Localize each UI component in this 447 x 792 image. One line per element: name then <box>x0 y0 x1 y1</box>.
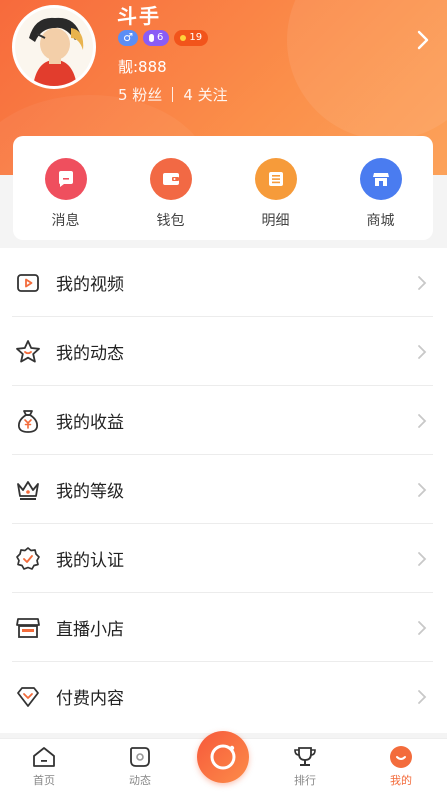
menu-item-videos[interactable]: 我的视频 <box>0 248 447 317</box>
coin-value: 19 <box>189 32 203 43</box>
quick-action-label: 钱包 <box>156 213 185 229</box>
menu-item-paid-content[interactable]: 付费内容 <box>0 662 447 731</box>
gender-badge: ♂ <box>118 30 138 46</box>
chevron-right-icon[interactable] <box>415 30 431 50</box>
menu-item-earnings[interactable]: 我的收益 <box>0 386 447 455</box>
tab-label: 首页 <box>33 774 55 787</box>
tab-ranking[interactable]: 排行 <box>275 745 335 788</box>
divider <box>172 87 174 102</box>
menu-item-live-shop[interactable]: 直播小店 <box>0 593 447 662</box>
wallet-icon <box>149 158 192 200</box>
feed-icon <box>130 747 150 767</box>
menu-item-label: 我的动态 <box>56 344 124 364</box>
crown-icon <box>14 476 42 504</box>
diamond-icon <box>14 683 42 711</box>
shop-icon <box>14 614 42 642</box>
menu-item-label: 我的视频 <box>56 275 124 295</box>
chevron-right-icon <box>418 275 427 290</box>
header-decoration <box>287 0 447 140</box>
fans-count[interactable]: 5 粉丝 <box>118 84 162 105</box>
quick-action-wallet[interactable]: 钱包 <box>131 158 211 240</box>
quick-action-label: 商城 <box>366 213 395 229</box>
chevron-right-icon <box>418 620 427 635</box>
live-camera-icon <box>210 744 236 770</box>
mic-icon <box>149 34 154 42</box>
menu-list: 我的视频 我的动态 我的收益 我的等级 我的认证 直播小店 付费内容 <box>0 248 447 733</box>
menu-item-level[interactable]: 我的等级 <box>0 455 447 524</box>
video-icon <box>14 269 42 297</box>
message-icon <box>44 158 87 200</box>
tab-feed[interactable]: 动态 <box>110 745 170 788</box>
tab-label: 动态 <box>129 774 151 787</box>
user-id: 靓:888 <box>118 58 167 76</box>
list-icon <box>254 158 297 200</box>
user-badges: ♂ 6 19 <box>118 30 209 46</box>
profile-page: 斗手 ♂ 6 19 靓:888 5 粉丝 4 关注 消息 钱包 明细 商城 我的… <box>0 0 447 792</box>
star-icon <box>14 338 42 366</box>
coin-badge: 19 <box>174 30 209 46</box>
go-live-button[interactable] <box>197 731 249 783</box>
chevron-right-icon <box>418 689 427 704</box>
quick-action-store[interactable]: 商城 <box>341 158 421 240</box>
following-count[interactable]: 4 关注 <box>183 84 227 105</box>
home-icon <box>33 747 55 767</box>
level-badge: 6 <box>143 30 170 46</box>
tab-label: 排行 <box>294 774 316 787</box>
trophy-icon <box>294 747 316 766</box>
chevron-right-icon <box>418 551 427 566</box>
quick-action-messages[interactable]: 消息 <box>26 158 106 240</box>
tab-me[interactable]: 我的 <box>371 745 431 788</box>
menu-item-verification[interactable]: 我的认证 <box>0 524 447 593</box>
level-value: 6 <box>157 32 164 43</box>
menu-item-label: 我的认证 <box>56 551 124 571</box>
tab-home[interactable]: 首页 <box>14 745 74 788</box>
menu-item-label: 付费内容 <box>56 689 124 709</box>
quick-actions: 消息 钱包 明细 商城 <box>13 136 433 240</box>
menu-item-label: 我的收益 <box>56 413 124 433</box>
quick-action-details[interactable]: 明细 <box>236 158 316 240</box>
follow-stats: 5 粉丝 4 关注 <box>118 84 228 105</box>
quick-action-label: 明细 <box>261 213 290 229</box>
quick-action-label: 消息 <box>51 213 80 229</box>
chevron-right-icon <box>418 413 427 428</box>
me-icon <box>390 746 412 768</box>
menu-item-label: 我的等级 <box>56 482 124 502</box>
coin-icon <box>180 35 187 41</box>
avatar[interactable] <box>12 5 96 89</box>
badge-check-icon <box>14 545 42 573</box>
nickname: 斗手 <box>117 4 161 28</box>
menu-item-label: 直播小店 <box>56 620 124 640</box>
store-icon <box>359 158 402 200</box>
chevron-right-icon <box>418 482 427 497</box>
money-bag-icon <box>14 407 42 435</box>
chevron-right-icon <box>418 344 427 359</box>
menu-item-moments[interactable]: 我的动态 <box>0 317 447 386</box>
tab-label: 我的 <box>390 774 412 787</box>
